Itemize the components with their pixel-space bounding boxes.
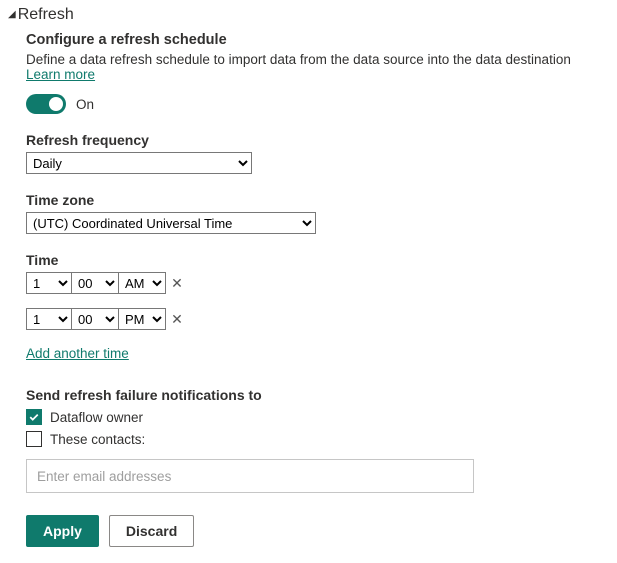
check-icon — [28, 411, 40, 423]
time-field: Time 1 00 AM ✕ 1 00 PM ✕ Add another tim… — [26, 252, 609, 361]
chevron-down-icon: ◢ — [8, 9, 16, 20]
time-ampm-select[interactable]: PM — [118, 308, 166, 330]
time-hour-select[interactable]: 1 — [26, 272, 72, 294]
add-time-link[interactable]: Add another time — [26, 346, 129, 361]
time-minute-select[interactable]: 00 — [71, 308, 119, 330]
remove-time-button[interactable]: ✕ — [168, 308, 186, 330]
toggle-knob — [49, 97, 63, 111]
contacts-email-input[interactable] — [26, 459, 474, 493]
notifications-field: Send refresh failure notifications to Da… — [26, 387, 609, 493]
time-label: Time — [26, 252, 609, 268]
discard-button[interactable]: Discard — [109, 515, 194, 547]
section-title: Refresh — [18, 6, 74, 24]
close-icon: ✕ — [171, 311, 183, 328]
time-row: 1 00 PM ✕ — [26, 308, 609, 330]
toggle-label: On — [76, 97, 94, 112]
contacts-checkbox[interactable] — [26, 431, 42, 447]
section-content: Configure a refresh schedule Define a da… — [8, 32, 609, 547]
time-hour-select[interactable]: 1 — [26, 308, 72, 330]
apply-button[interactable]: Apply — [26, 515, 99, 547]
timezone-label: Time zone — [26, 192, 609, 208]
schedule-subtitle: Configure a refresh schedule — [26, 32, 609, 48]
schedule-description: Define a data refresh schedule to import… — [26, 52, 609, 82]
section-header[interactable]: ◢ Refresh — [8, 6, 609, 24]
remove-time-button[interactable]: ✕ — [168, 272, 186, 294]
owner-checkbox-row: Dataflow owner — [26, 409, 609, 425]
contacts-checkbox-label: These contacts: — [50, 432, 145, 447]
frequency-field: Refresh frequency Daily — [26, 132, 609, 174]
frequency-label: Refresh frequency — [26, 132, 609, 148]
timezone-field: Time zone (UTC) Coordinated Universal Ti… — [26, 192, 609, 234]
time-row: 1 00 AM ✕ — [26, 272, 609, 294]
close-icon: ✕ — [171, 275, 183, 292]
schedule-description-text: Define a data refresh schedule to import… — [26, 52, 571, 67]
time-minute-select[interactable]: 00 — [71, 272, 119, 294]
contacts-checkbox-row: These contacts: — [26, 431, 609, 447]
timezone-select[interactable]: (UTC) Coordinated Universal Time — [26, 212, 316, 234]
enable-toggle[interactable] — [26, 94, 66, 114]
time-ampm-select[interactable]: AM — [118, 272, 166, 294]
frequency-select[interactable]: Daily — [26, 152, 252, 174]
enable-toggle-row: On — [26, 94, 609, 114]
owner-checkbox-label: Dataflow owner — [50, 410, 143, 425]
owner-checkbox[interactable] — [26, 409, 42, 425]
learn-more-link[interactable]: Learn more — [26, 67, 95, 82]
button-row: Apply Discard — [26, 515, 609, 547]
notifications-label: Send refresh failure notifications to — [26, 387, 609, 403]
